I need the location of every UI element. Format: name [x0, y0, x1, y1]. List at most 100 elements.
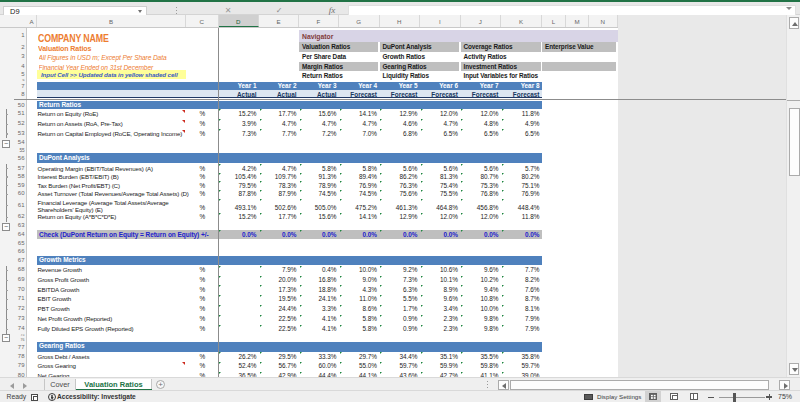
- column-header-h[interactable]: H: [380, 15, 421, 27]
- cell-value-r60-y8[interactable]: 76.9%: [501, 189, 542, 198]
- cell-check-value[interactable]: 0.0%: [339, 230, 380, 240]
- cell-year-4[interactable]: Year 4: [339, 82, 380, 90]
- cell-year-5[interactable]: Year 5: [380, 82, 421, 90]
- outline-collapse-button[interactable]: −: [2, 140, 10, 148]
- zoom-slider-handle[interactable]: [733, 393, 736, 402]
- cell-value-r59-y4[interactable]: 76.9%: [339, 181, 380, 190]
- row-header-67[interactable]: 67: [14, 256, 26, 265]
- row-header-57[interactable]: 57: [14, 164, 26, 173]
- cell-value-r79-y3[interactable]: 60.0%: [299, 361, 339, 371]
- row-header-52[interactable]: 52: [14, 119, 26, 129]
- row-header-1[interactable]: 1: [14, 28, 26, 42]
- formula-bar-expand-icon[interactable]: [786, 7, 792, 10]
- cell-value-r70-y3[interactable]: 18.8%: [299, 285, 339, 295]
- column-header-d[interactable]: D: [219, 15, 260, 27]
- cell-value-r78-y6[interactable]: 35.1%: [420, 352, 461, 362]
- cell-value-r70-y2[interactable]: 17.3%: [259, 285, 299, 295]
- cell-unit-row-68[interactable]: %: [189, 265, 216, 275]
- scroll-up-button[interactable]: [789, 17, 799, 29]
- horizontal-scrollbar-thumb[interactable]: [510, 380, 769, 391]
- cell-value-r52-y7[interactable]: 4.8%: [461, 119, 502, 129]
- cell-value-r57-y7[interactable]: 5.6%: [461, 164, 502, 173]
- cell-value-r59-y2[interactable]: 78.3%: [259, 181, 299, 190]
- cell-value-r78-y3[interactable]: 33.3%: [299, 352, 339, 362]
- row-header-72[interactable]: 72: [14, 304, 26, 314]
- cell-value-r72-y8[interactable]: 8.1%: [501, 304, 542, 314]
- cell-value-r57-y2[interactable]: 4.7%: [259, 164, 299, 173]
- cell-value-r58-y8[interactable]: 80.2%: [501, 172, 542, 181]
- cell-value-r52-y2[interactable]: 4.7%: [259, 119, 299, 129]
- cell-unit-row-57[interactable]: %: [189, 164, 216, 173]
- cell-value-r52-y4[interactable]: 4.7%: [339, 119, 380, 129]
- cell-unit-row-78[interactable]: %: [189, 352, 216, 362]
- cell-value-r53-y8[interactable]: 6.5%: [501, 129, 542, 139]
- row-header-60[interactable]: 60: [14, 189, 26, 198]
- zoom-out-button[interactable]: [708, 397, 714, 398]
- cell-unit-row-71[interactable]: %: [189, 294, 216, 304]
- cell-value-r53-y5[interactable]: 6.8%: [380, 129, 421, 139]
- cell-value-r68-y6[interactable]: 10.6%: [420, 265, 461, 275]
- cell-value-r51-y1[interactable]: 15.2%: [219, 109, 260, 119]
- cell-value-r53-y2[interactable]: 7.7%: [259, 129, 299, 139]
- cell-status-7[interactable]: Forecast: [461, 90, 502, 99]
- row-header-62[interactable]: 62: [14, 212, 26, 222]
- cell-value-r51-y8[interactable]: 11.8%: [501, 109, 542, 119]
- cell-value-r62-y4[interactable]: 14.1%: [339, 212, 380, 222]
- cell-status-2[interactable]: Actual: [259, 90, 299, 99]
- macro-record-icon[interactable]: [31, 394, 38, 401]
- cell-value-r57-y5[interactable]: 5.6%: [380, 164, 421, 173]
- row-header-50[interactable]: 50: [14, 101, 26, 109]
- cell-unit-row-61[interactable]: %: [189, 198, 216, 213]
- row-header-59[interactable]: 59: [14, 181, 26, 190]
- view-page-layout-button[interactable]: [666, 391, 682, 402]
- cell-year-7[interactable]: Year 7: [461, 82, 502, 90]
- new-sheet-button[interactable]: +: [156, 380, 165, 389]
- cell-value-r60-y3[interactable]: 74.5%: [299, 189, 339, 198]
- outline-collapse-button[interactable]: −: [2, 334, 10, 342]
- cell-value-r72-y3[interactable]: 3.3%: [299, 304, 339, 314]
- cell-value-r71-y7[interactable]: 10.8%: [461, 294, 502, 304]
- cell-value-r58-y6[interactable]: 81.3%: [420, 172, 461, 181]
- cell-value-r59-y8[interactable]: 75.1%: [501, 181, 542, 190]
- scroll-down-button[interactable]: [789, 363, 799, 375]
- row-header-7[interactable]: 7: [14, 82, 26, 90]
- row-header-54[interactable]: 54: [14, 138, 26, 148]
- row-header-51[interactable]: 51: [14, 109, 26, 119]
- cell-value-r74-y6[interactable]: 2.3%: [420, 324, 461, 334]
- cell-value-r51-y3[interactable]: 15.6%: [299, 109, 339, 119]
- zoom-level[interactable]: 75%: [778, 391, 792, 402]
- cell-value-r58-y2[interactable]: 109.7%: [259, 172, 299, 181]
- column-header-l[interactable]: L: [542, 15, 566, 27]
- row-header-74[interactable]: 74: [14, 324, 26, 334]
- cell-value-r78-y4[interactable]: 29.7%: [339, 352, 380, 362]
- outline-collapse-button[interactable]: −: [2, 223, 10, 231]
- cell-value-r57-y3[interactable]: 5.8%: [299, 164, 339, 173]
- section-band-dupont-analysis[interactable]: DuPont Analysis: [37, 153, 542, 163]
- cell-value-r62-y2[interactable]: 17.7%: [259, 212, 299, 222]
- cell-note-figures[interactable]: All Figures in USD m; Except Per Share D…: [39, 54, 219, 62]
- tab-scroll-left-icon[interactable]: [10, 383, 14, 389]
- cell-check-value[interactable]: 0.0%: [259, 230, 299, 240]
- cell-check-value[interactable]: 0.0%: [501, 230, 542, 240]
- cell-value-r52-y1[interactable]: 3.9%: [219, 119, 260, 129]
- column-header-g[interactable]: G: [339, 15, 380, 27]
- cell-check-value[interactable]: 0.0%: [219, 230, 260, 240]
- cell-value-r60-y5[interactable]: 75.6%: [380, 189, 421, 198]
- cell-value-r60-y2[interactable]: 87.9%: [259, 189, 299, 198]
- section-band-growth-metrics[interactable]: Growth Metrics: [37, 256, 542, 265]
- cell-value-r60-y6[interactable]: 75.5%: [420, 189, 461, 198]
- cell-value-r59-y3[interactable]: 78.9%: [299, 181, 339, 190]
- cell-check-value[interactable]: 0.0%: [420, 230, 461, 240]
- cell-value-r71-y2[interactable]: 19.5%: [259, 294, 299, 304]
- cell-status-1[interactable]: Actual: [219, 90, 260, 99]
- column-header-b[interactable]: B: [37, 15, 186, 27]
- row-header-77[interactable]: 77: [14, 342, 26, 352]
- cell-value-r59-y5[interactable]: 76.3%: [380, 181, 421, 190]
- cell-input-note[interactable]: Input Cell >> Updated data in yellow sha…: [37, 70, 186, 78]
- row-header-4[interactable]: 4: [14, 62, 26, 71]
- cell-value-r52-y8[interactable]: 4.9%: [501, 119, 542, 129]
- row-header-56[interactable]: 56: [14, 153, 26, 163]
- navigator-link-gearing-ratios[interactable]: Gearing Ratios: [380, 62, 460, 71]
- cell-value-r61-y4[interactable]: 475.2%: [339, 198, 380, 213]
- column-header-i[interactable]: I: [420, 15, 461, 27]
